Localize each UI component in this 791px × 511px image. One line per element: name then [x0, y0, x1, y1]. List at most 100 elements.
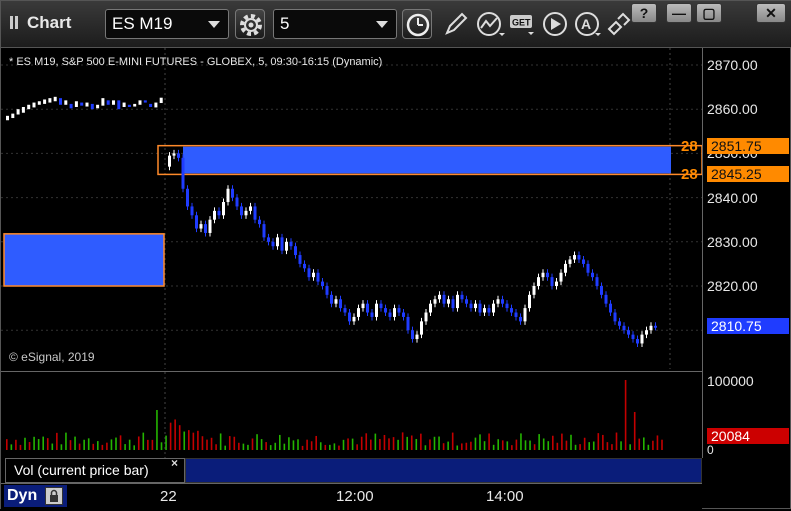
svg-text:A: A: [581, 16, 591, 32]
volume-bar: [206, 439, 208, 450]
volume-bar: [310, 441, 313, 450]
interval-combo[interactable]: 5: [273, 9, 397, 39]
price-chart[interactable]: [1, 48, 702, 369]
candle: [186, 188, 189, 207]
lock-icon[interactable]: [45, 487, 63, 505]
get-icon: GET: [510, 15, 534, 35]
candle: [330, 294, 333, 304]
link-button[interactable]: [604, 9, 634, 39]
studies-button[interactable]: [475, 9, 505, 39]
settings-button[interactable]: [235, 9, 265, 39]
volume-bar: [388, 438, 390, 450]
svg-text:GET: GET: [512, 18, 531, 28]
candle: [492, 303, 495, 313]
close-icon[interactable]: ×: [171, 456, 178, 470]
volume-bar: [274, 442, 277, 450]
volume-bar: [238, 442, 240, 450]
candle: [43, 99, 47, 104]
draw-button[interactable]: [441, 9, 471, 39]
candle: [456, 294, 459, 309]
close-button[interactable]: ✕: [756, 3, 786, 23]
volume-chart[interactable]: [1, 371, 702, 459]
volume-bar: [661, 439, 663, 450]
help-button[interactable]: ?: [631, 3, 657, 23]
volume-bar: [69, 440, 72, 450]
candle: [654, 325, 657, 328]
minimize-button[interactable]: —: [666, 3, 692, 23]
candle: [388, 312, 392, 317]
volume-bar: [397, 439, 399, 450]
volume-top-label: 100000: [707, 373, 754, 389]
volume-bar: [542, 438, 545, 450]
candle: [541, 272, 545, 278]
volume-bar: [142, 432, 145, 450]
volume-bar: [629, 444, 631, 450]
maximize-button[interactable]: ▢: [696, 3, 722, 23]
candle: [285, 241, 288, 251]
candle: [622, 325, 626, 331]
interval-value: 5: [280, 14, 290, 33]
volume-bar: [597, 433, 600, 450]
volume-bar: [301, 445, 304, 450]
time-button[interactable]: [402, 9, 432, 39]
volume-bar: [561, 433, 563, 450]
candle: [69, 103, 73, 109]
volume-bar: [306, 439, 308, 450]
window-title-text: Chart: [27, 13, 72, 32]
price-label: 2820.00: [707, 278, 758, 294]
volume-bar: [46, 438, 49, 450]
candle: [352, 316, 356, 322]
volume-bar: [128, 439, 131, 450]
volume-bar: [151, 439, 154, 450]
candle: [262, 224, 266, 238]
copyright-text: © eSignal, 2019: [9, 350, 95, 364]
volume-bar: [169, 422, 172, 450]
candle: [6, 115, 9, 121]
volume-bar: [520, 433, 522, 450]
volume-bar: [124, 444, 126, 450]
alerts-button[interactable]: A: [573, 9, 603, 39]
volume-bar: [447, 441, 449, 450]
candle: [244, 210, 248, 216]
volume-bar: [74, 436, 76, 450]
volume-bar: [429, 439, 431, 450]
replay-button[interactable]: [541, 9, 571, 39]
volume-bar: [401, 432, 404, 450]
indicator-icon: [477, 12, 505, 36]
candle: [90, 103, 94, 110]
candle: [199, 224, 203, 229]
candle: [138, 100, 142, 105]
volume-bar: [183, 431, 186, 450]
candle: [195, 215, 198, 229]
candle: [316, 272, 320, 282]
candle: [127, 104, 131, 107]
candle: [595, 277, 599, 286]
volume-bar: [365, 433, 368, 450]
get-button[interactable]: GET: [508, 9, 538, 39]
volume-bar: [633, 412, 636, 450]
volume-bar: [538, 434, 540, 450]
volume-bar: [251, 438, 254, 450]
gear-icon: [240, 14, 262, 36]
candle: [117, 100, 121, 110]
prior-zone: [3, 233, 165, 287]
dynamic-mode-label: Dyn: [7, 487, 38, 504]
candle: [11, 113, 15, 119]
volume-bar: [556, 442, 559, 450]
candle: [537, 277, 540, 286]
candle: [101, 98, 105, 106]
volume-bar: [643, 437, 645, 450]
symbol-combo[interactable]: ES M19: [105, 9, 229, 39]
candle: [37, 101, 41, 105]
volume-zero-label: 0: [707, 443, 714, 457]
volume-legend[interactable]: Vol (current price bar): [5, 458, 185, 483]
volume-bar: [228, 436, 231, 450]
price-label: 2860.00: [707, 101, 758, 117]
candle: [375, 303, 378, 317]
volume-bar: [24, 437, 26, 450]
volume-bar: [201, 436, 204, 450]
volume-bar: [529, 440, 531, 450]
candle: [631, 334, 635, 340]
volume-bar: [470, 441, 472, 450]
candle: [303, 263, 306, 269]
